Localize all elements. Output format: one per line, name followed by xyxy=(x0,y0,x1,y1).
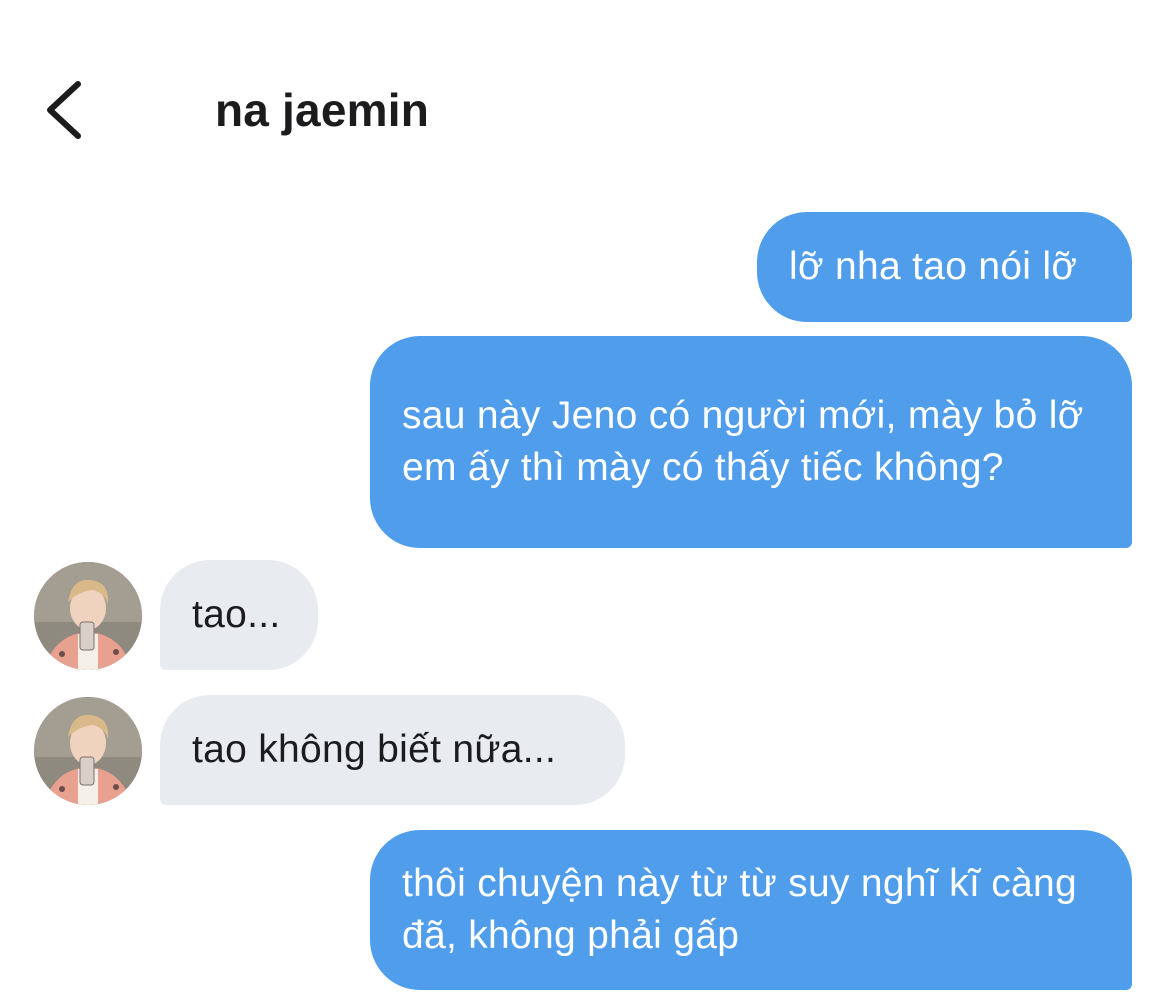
message-bubble-outgoing[interactable]: thôi chuyện này từ từ suy nghĩ kĩ càng đ… xyxy=(370,830,1132,990)
contact-avatar-image xyxy=(34,697,142,805)
chevron-left-icon xyxy=(47,81,81,139)
avatar[interactable] xyxy=(34,562,142,670)
page-title: na jaemin xyxy=(215,84,429,136)
message-text: tao không biết nữa... xyxy=(192,728,557,771)
chat-header: na jaemin xyxy=(0,0,1164,170)
message-text: tao... xyxy=(192,593,281,636)
message-text: sau này Jeno có người mới, mày bỏ lỡ em … xyxy=(402,394,1084,489)
message-text: lỡ nha tao nói lỡ xyxy=(789,245,1078,288)
avatar[interactable] xyxy=(34,697,142,805)
message-text: thôi chuyện này từ từ suy nghĩ kĩ càng đ… xyxy=(402,862,1077,957)
back-button[interactable] xyxy=(38,76,94,144)
message-bubble-outgoing[interactable]: lỡ nha tao nói lỡ xyxy=(757,212,1132,322)
message-bubble-incoming[interactable]: tao không biết nữa... xyxy=(160,695,625,805)
message-bubble-outgoing[interactable]: sau này Jeno có người mới, mày bỏ lỡ em … xyxy=(370,336,1132,548)
message-bubble-incoming[interactable]: tao... xyxy=(160,560,318,670)
contact-avatar-image xyxy=(34,562,142,670)
